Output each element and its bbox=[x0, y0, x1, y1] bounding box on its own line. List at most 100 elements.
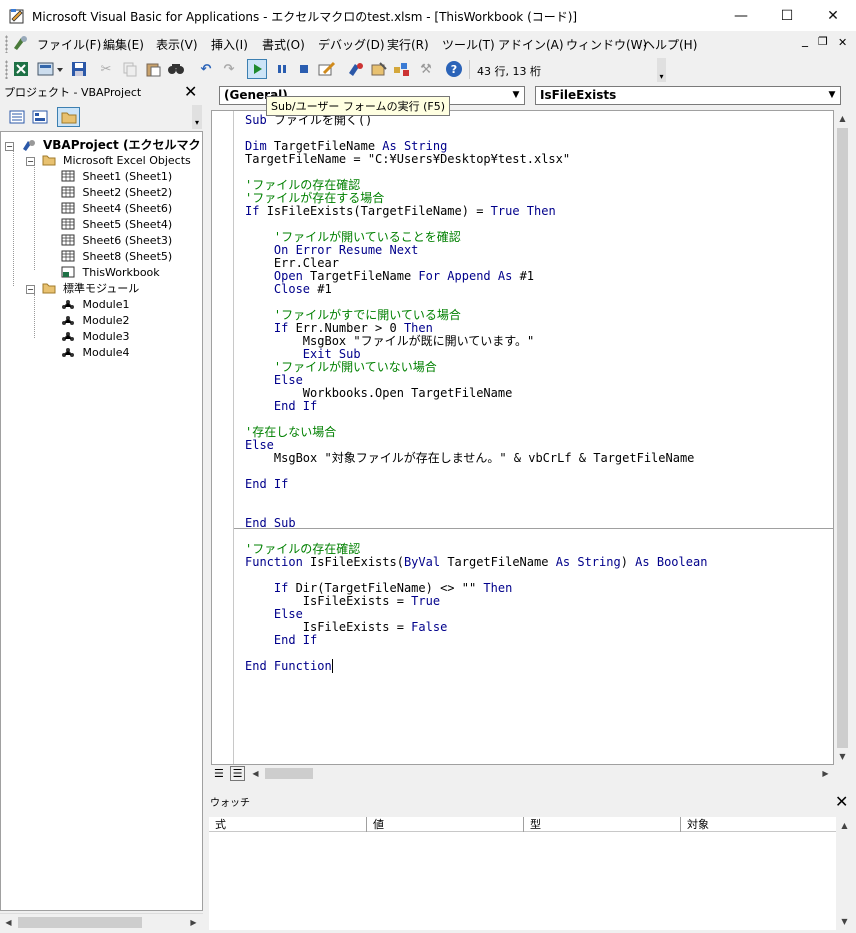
worksheet-icon bbox=[61, 234, 75, 246]
worksheet-icon bbox=[61, 202, 75, 214]
menu-window[interactable]: ウィンドウ(W) bbox=[566, 36, 647, 53]
toolbox-icon[interactable]: ⚒ bbox=[416, 59, 436, 79]
tooltip: Sub/ユーザー フォームの実行 (F5) bbox=[266, 96, 450, 116]
scroll-down-icon[interactable]: ▼ bbox=[834, 748, 851, 765]
minimize-button[interactable]: — bbox=[718, 0, 764, 31]
menu-edit[interactable]: 編集(E) bbox=[103, 36, 144, 53]
tree-item-module3[interactable]: Module3 bbox=[61, 329, 130, 345]
tree-item-module1[interactable]: Module1 bbox=[61, 297, 130, 313]
procedure-combo[interactable]: IsFileExists ▼ bbox=[535, 86, 841, 105]
view-object-icon[interactable] bbox=[31, 109, 49, 125]
copy-icon[interactable] bbox=[120, 59, 140, 79]
procedure-view-icon[interactable]: ☰ bbox=[214, 767, 227, 780]
window-title: Microsoft Visual Basic for Applications … bbox=[32, 10, 578, 24]
watch-vscrollbar[interactable]: ▲ ▼ bbox=[836, 817, 853, 930]
folder-excel-objects[interactable]: − Microsoft Excel Objects bbox=[26, 153, 191, 169]
scroll-thumb[interactable] bbox=[18, 917, 142, 928]
code-hscrollbar[interactable]: ☰ ☰ ◀ ▶ bbox=[211, 765, 834, 782]
help-icon[interactable]: ? bbox=[444, 59, 464, 79]
tree-item-module2[interactable]: Module2 bbox=[61, 313, 130, 329]
break-icon[interactable] bbox=[272, 59, 292, 79]
project-toolbar-options[interactable]: ▾ bbox=[192, 105, 202, 129]
menu-help[interactable]: ヘルプ(H) bbox=[643, 36, 697, 53]
excel-icon[interactable] bbox=[11, 59, 31, 79]
scroll-right-icon[interactable]: ▶ bbox=[185, 914, 202, 931]
scroll-thumb[interactable] bbox=[837, 128, 848, 748]
tree-item-module4[interactable]: Module4 bbox=[61, 345, 130, 361]
toolbar-separator bbox=[469, 60, 470, 79]
mdi-close-button[interactable]: ✕ bbox=[838, 36, 847, 49]
watch-panel-close-button[interactable]: ✕ bbox=[835, 792, 848, 811]
close-button[interactable]: ✕ bbox=[810, 0, 856, 31]
project-explorer-icon[interactable] bbox=[346, 59, 366, 79]
watch-column-headers: 式 値 型 対象 bbox=[209, 817, 836, 832]
tree-item-sheet1[interactable]: Sheet1 (Sheet1) bbox=[61, 169, 172, 185]
scroll-thumb[interactable] bbox=[265, 768, 313, 779]
column-header-expression[interactable]: 式 bbox=[209, 817, 367, 832]
code-margin[interactable] bbox=[212, 111, 234, 764]
redo-icon[interactable]: ↷ bbox=[219, 59, 239, 79]
run-icon[interactable] bbox=[247, 59, 267, 79]
chevron-down-icon[interactable]: ▼ bbox=[824, 87, 840, 104]
scroll-left-icon[interactable]: ◀ bbox=[247, 765, 264, 782]
size-grip bbox=[834, 765, 851, 782]
module-icon bbox=[62, 348, 74, 357]
menubar-grip[interactable] bbox=[5, 35, 8, 53]
project-tree: − VBAProject (エクセルマクロの − Microsoft Excel… bbox=[0, 131, 203, 911]
view-code-icon[interactable] bbox=[8, 109, 26, 125]
cut-icon[interactable]: ✂ bbox=[96, 59, 116, 79]
watch-panel-header bbox=[208, 790, 856, 812]
design-mode-icon[interactable] bbox=[317, 59, 337, 79]
folder-modules[interactable]: − 標準モジュール bbox=[26, 281, 139, 297]
menu-view[interactable]: 表示(V) bbox=[156, 36, 198, 53]
workbook-icon bbox=[61, 266, 75, 278]
insert-module-icon[interactable] bbox=[36, 59, 64, 79]
tree-item-sheet8[interactable]: Sheet8 (Sheet5) bbox=[61, 249, 172, 265]
scroll-left-icon[interactable]: ◀ bbox=[0, 914, 17, 931]
toolbar-options-button[interactable]: ▾ bbox=[657, 58, 666, 82]
scroll-up-icon[interactable]: ▲ bbox=[836, 817, 853, 834]
code-vscrollbar[interactable]: ▲ ▼ bbox=[834, 110, 851, 765]
watch-list[interactable] bbox=[209, 832, 836, 930]
mdi-restore-button[interactable]: ❐ bbox=[818, 35, 828, 48]
column-header-type[interactable]: 型 bbox=[524, 817, 681, 832]
module-icon bbox=[62, 316, 74, 325]
tree-item-sheet6[interactable]: Sheet6 (Sheet3) bbox=[61, 233, 172, 249]
menu-format[interactable]: 書式(O) bbox=[262, 36, 305, 53]
tree-item-thisworkbook[interactable]: ThisWorkbook bbox=[61, 265, 160, 281]
full-module-view-icon[interactable]: ☰ bbox=[230, 766, 245, 781]
object-browser-icon[interactable] bbox=[392, 59, 412, 79]
vba-menu-icon[interactable] bbox=[12, 34, 30, 52]
chevron-down-icon[interactable]: ▼ bbox=[508, 87, 524, 104]
tree-item-sheet4[interactable]: Sheet4 (Sheet6) bbox=[61, 201, 172, 217]
tree-item-sheet5[interactable]: Sheet5 (Sheet4) bbox=[61, 217, 172, 233]
column-header-value[interactable]: 値 bbox=[367, 817, 524, 832]
menu-file[interactable]: ファイル(F) bbox=[37, 36, 101, 53]
module-icon bbox=[62, 332, 74, 341]
reset-icon[interactable] bbox=[294, 59, 314, 79]
project-root[interactable]: − VBAProject (エクセルマクロの bbox=[5, 137, 202, 153]
menu-addins[interactable]: アドイン(A) bbox=[498, 36, 564, 53]
properties-icon[interactable] bbox=[369, 59, 389, 79]
menu-debug[interactable]: デバッグ(D) bbox=[318, 36, 385, 53]
toggle-folders-icon[interactable] bbox=[57, 107, 80, 127]
vba-app-icon bbox=[9, 9, 24, 24]
scroll-up-icon[interactable]: ▲ bbox=[834, 110, 851, 127]
menu-run[interactable]: 実行(R) bbox=[387, 36, 429, 53]
tree-item-sheet2[interactable]: Sheet2 (Sheet2) bbox=[61, 185, 172, 201]
find-icon[interactable] bbox=[166, 59, 186, 79]
mdi-minimize-button[interactable]: _ bbox=[802, 33, 808, 47]
scroll-down-icon[interactable]: ▼ bbox=[836, 913, 853, 930]
scroll-right-icon[interactable]: ▶ bbox=[817, 765, 834, 782]
project-tree-hscrollbar[interactable]: ◀ ▶ bbox=[0, 913, 203, 930]
menu-tools[interactable]: ツール(T) bbox=[442, 36, 495, 53]
column-header-context[interactable]: 対象 bbox=[681, 817, 836, 832]
project-panel-close-button[interactable]: ✕ bbox=[184, 82, 197, 101]
save-icon[interactable] bbox=[69, 59, 89, 79]
code-editor[interactable]: Sub ファイルを開く() Dim TargetFileName As Stri… bbox=[211, 110, 834, 765]
undo-icon[interactable]: ↶ bbox=[196, 59, 216, 79]
paste-icon[interactable] bbox=[143, 59, 163, 79]
maximize-button[interactable]: ☐ bbox=[764, 0, 810, 31]
toolbar-grip[interactable] bbox=[5, 60, 8, 79]
menu-insert[interactable]: 挿入(I) bbox=[211, 36, 248, 53]
